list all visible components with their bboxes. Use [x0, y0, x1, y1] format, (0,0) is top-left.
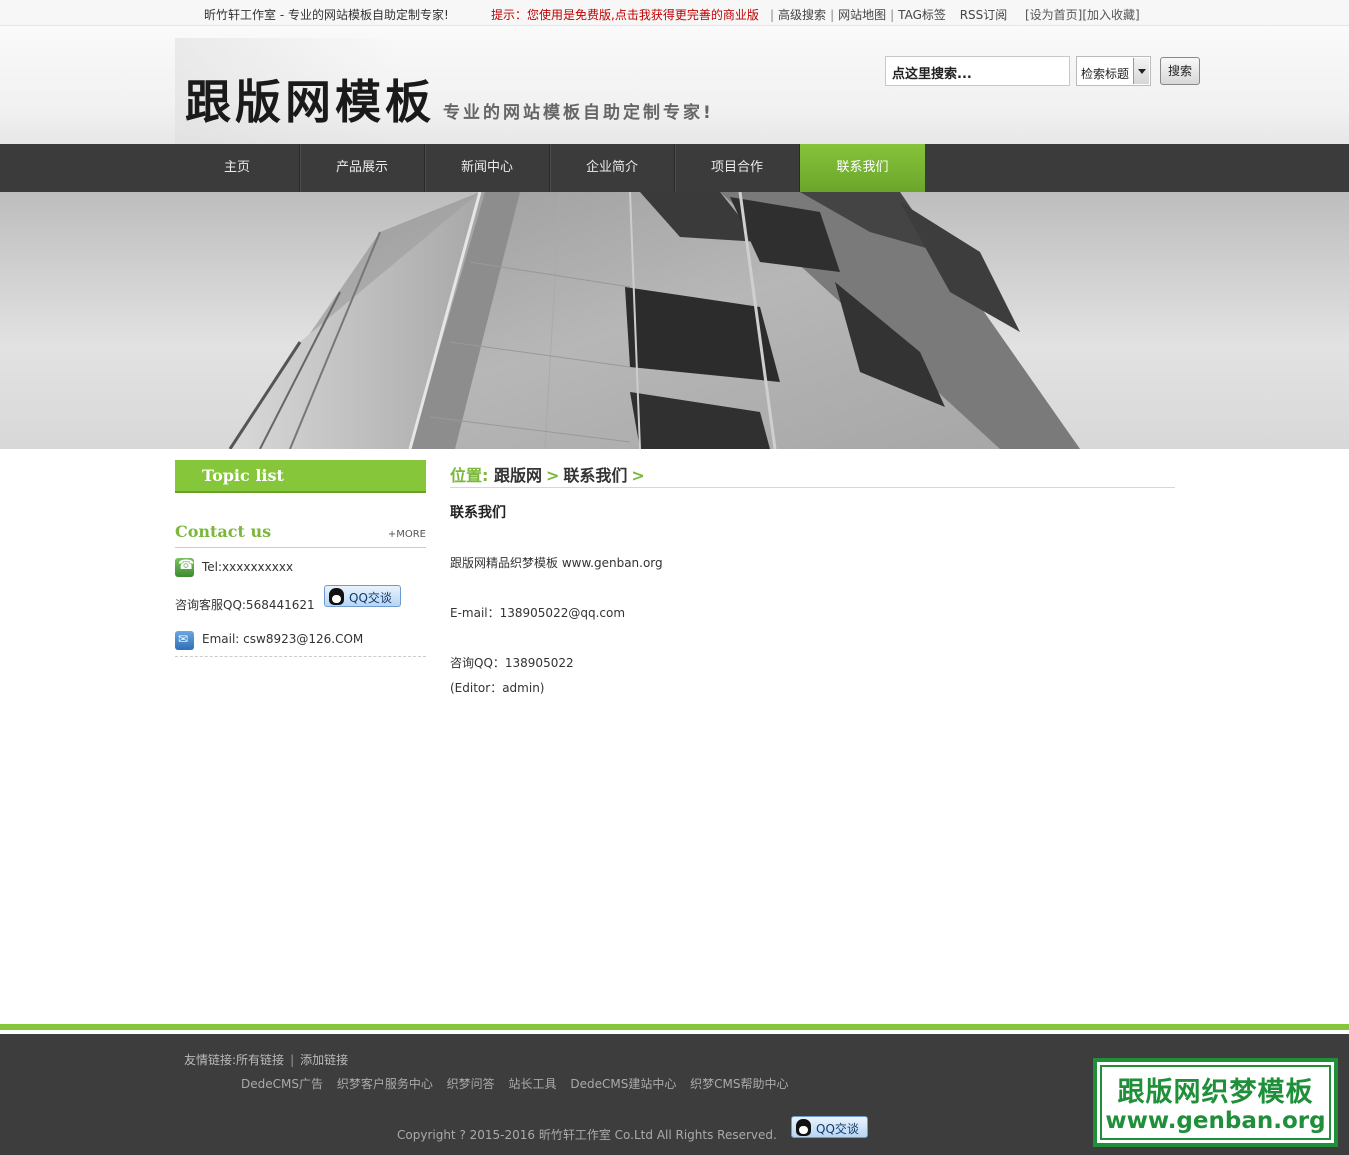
search-input[interactable]: 点这里搜索... — [885, 56, 1070, 86]
breadcrumb-home[interactable]: 跟版网 — [494, 466, 542, 485]
nav-list: 主页 产品展示 新闻中心 企业简介 项目合作 联系我们 — [175, 144, 925, 192]
qq-penguin-icon — [796, 1119, 811, 1136]
footer-links: DedeCMS广告 织梦客户服务中心 织梦问答 站长工具 DedeCMS建站中心… — [241, 1075, 799, 1092]
sitemap-link[interactable]: 网站地图 — [838, 8, 886, 22]
qq-penguin-icon — [329, 588, 344, 605]
nav-item-news[interactable]: 新闻中心 — [425, 144, 550, 192]
article-line: (Editor：admin) — [450, 681, 545, 695]
contact-title: Contact us — [175, 522, 272, 541]
site-header: 跟版网模板 专业的网站模板自助定制专家! 点这里搜索... 检索标题 搜索 — [0, 26, 1349, 144]
qq-chat-button[interactable]: QQ交谈 — [324, 585, 401, 607]
article-line: 咨询QQ：138905022 — [450, 656, 574, 670]
rss-link[interactable]: RSS订阅 — [960, 8, 1008, 22]
contact-header: Contact us +MORE — [175, 520, 426, 548]
search-scope-value: 检索标题 — [1081, 67, 1130, 81]
breadcrumb-contact[interactable]: 联系我们 — [563, 466, 627, 485]
add-link-link[interactable]: 添加链接 — [300, 1053, 348, 1067]
top-bar: 昕竹轩工作室 - 专业的网站模板自助定制专家! 提示：您使用是免费版,点击我获得… — [0, 0, 1349, 26]
watermark-line1: 跟版网织梦模板 — [1117, 1077, 1314, 1108]
watermark-logo: 跟版网织梦模板 www.genban.org — [1093, 1058, 1338, 1147]
chevron-down-icon[interactable] — [1133, 58, 1149, 84]
more-link[interactable]: +MORE — [388, 529, 426, 540]
friend-links: 友情链接:所有链接 | 添加链接 — [184, 1051, 348, 1068]
divider: | — [290, 1053, 295, 1067]
advanced-search-link[interactable]: 高级搜索 — [778, 8, 826, 22]
breadcrumb-separator: > — [631, 466, 645, 485]
all-links-link[interactable]: 所有链接 — [236, 1053, 284, 1067]
search-button[interactable]: 搜索 — [1160, 57, 1200, 85]
nav-item-home[interactable]: 主页 — [175, 144, 300, 192]
tag-link[interactable]: TAG标签 — [898, 8, 946, 22]
logo-text: 跟版网模板 — [185, 75, 435, 129]
footer-link[interactable]: 站长工具 — [509, 1077, 557, 1091]
nav-item-about[interactable]: 企业简介 — [550, 144, 675, 192]
contact-qq-service: 咨询客服QQ:568441621 — [175, 598, 315, 612]
main-nav: 主页 产品展示 新闻中心 企业简介 项目合作 联系我们 — [0, 144, 1349, 192]
footer-link[interactable]: DedeCMS广告 — [241, 1077, 323, 1091]
breadcrumb: 位置: 跟版网 > 联系我们 > — [450, 462, 1175, 488]
nav-item-products[interactable]: 产品展示 — [300, 144, 425, 192]
banner-image — [0, 192, 1349, 449]
qq-chat-label: QQ交谈 — [816, 1122, 859, 1136]
nav-item-contact[interactable]: 联系我们 — [800, 144, 925, 192]
top-links: | 高级搜索 | 网站地图 | TAG标签 RSS订阅 — [766, 6, 1007, 23]
watermark-line2: www.genban.org — [1105, 1108, 1326, 1134]
footer-link[interactable]: 织梦CMS帮助中心 — [690, 1077, 788, 1091]
article-line: E-mail：138905022@qq.com — [450, 606, 626, 620]
search-scope-select[interactable]: 检索标题 — [1076, 56, 1151, 86]
building-illustration — [0, 192, 1349, 449]
top-slogan: 昕竹轩工作室 - 专业的网站模板自助定制专家! — [204, 8, 449, 22]
divider: | — [770, 8, 775, 22]
footer-stripe — [0, 1024, 1349, 1030]
logo-tagline: 专业的网站模板自助定制专家! — [443, 103, 714, 123]
friend-links-label: 友情链接: — [184, 1053, 237, 1067]
contact-tel: Tel:xxxxxxxxxx — [202, 560, 294, 574]
breadcrumb-separator: > — [546, 466, 560, 485]
logo[interactable]: 跟版网模板 专业的网站模板自助定制专家! — [175, 38, 745, 144]
topic-list-header[interactable]: Topic list — [175, 460, 426, 493]
breadcrumb-label: 位置: — [450, 466, 489, 485]
contact-email: Email: csw8923@126.COM — [202, 632, 364, 646]
divider — [951, 8, 955, 22]
mail-icon — [175, 631, 194, 650]
copyright: Copyright ? 2015-2016 昕竹轩工作室 Co.Ltd All … — [397, 1128, 777, 1142]
upgrade-notice-link[interactable]: 提示：您使用是免费版,点击我获得更完善的商业版 — [491, 6, 759, 23]
bracket-links: [设为首页][加入收藏] — [1025, 6, 1140, 23]
article-title: 联系我们 — [450, 505, 506, 521]
footer-link[interactable]: 织梦客户服务中心 — [337, 1077, 433, 1091]
article-line: 跟版网精品织梦模板 www.genban.org — [450, 556, 663, 570]
footer-qq-chat-button[interactable]: QQ交谈 — [791, 1116, 868, 1138]
footer-link[interactable]: 织梦问答 — [447, 1077, 495, 1091]
divider — [175, 656, 426, 657]
qq-chat-label: QQ交谈 — [349, 591, 392, 605]
topic-list-title: Topic list — [202, 466, 284, 485]
footer-link[interactable]: DedeCMS建站中心 — [570, 1077, 676, 1091]
add-favorite-link[interactable]: [加入收藏] — [1082, 8, 1139, 22]
divider: | — [830, 8, 835, 22]
nav-item-cooperation[interactable]: 项目合作 — [675, 144, 800, 192]
set-home-link[interactable]: [设为首页] — [1025, 8, 1082, 22]
divider: | — [890, 8, 895, 22]
phone-icon — [175, 558, 194, 577]
